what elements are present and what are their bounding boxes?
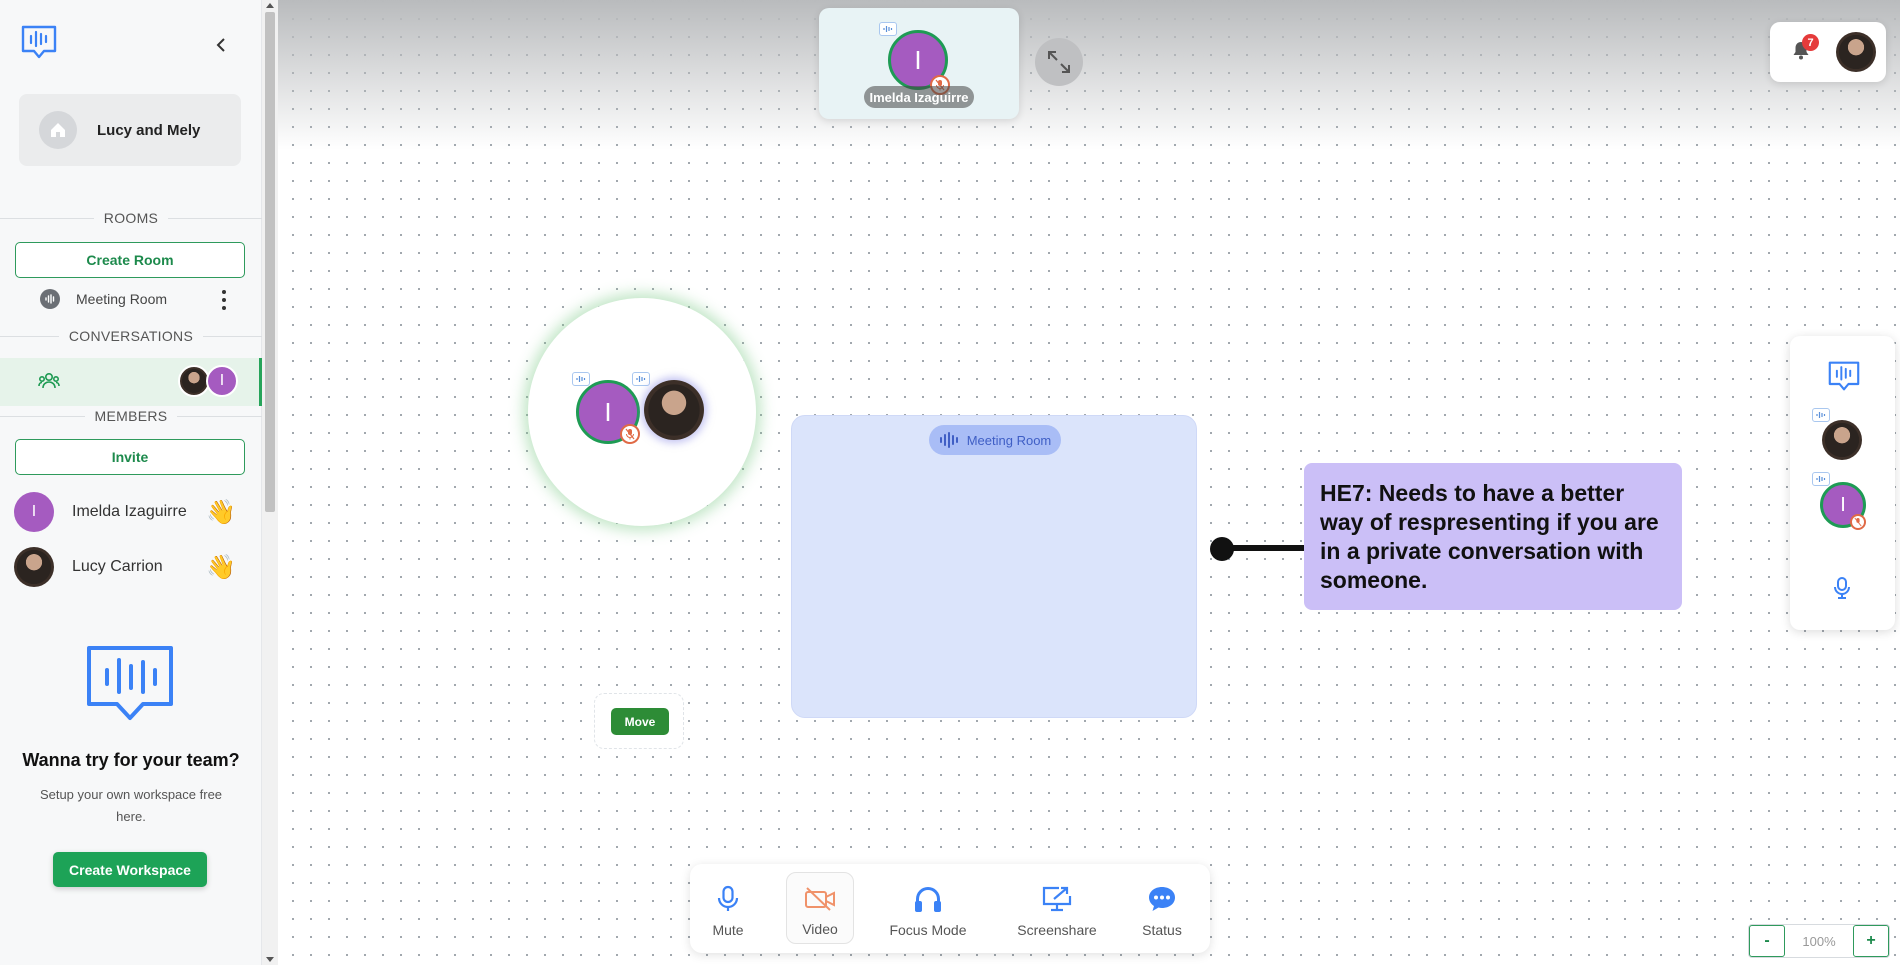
- audio-indicator-icon: [879, 22, 897, 36]
- zoom-out-button[interactable]: -: [1749, 925, 1785, 957]
- workspace-card[interactable]: Lucy and Mely: [19, 94, 241, 166]
- room-name: Meeting Room: [76, 291, 168, 307]
- active-speaker-card[interactable]: I Imelda Izaguirre: [819, 8, 1019, 119]
- move-button[interactable]: Move: [611, 708, 669, 735]
- sidebar: Lucy and Mely ROOMS Create Room Meeting …: [0, 0, 262, 965]
- member-item[interactable]: Lucy Carrion 👋: [14, 547, 244, 587]
- right-participant-panel: I: [1790, 336, 1895, 630]
- audio-indicator-icon: [1812, 408, 1830, 422]
- zoom-control: - 100% +: [1748, 924, 1890, 958]
- sidebar-scrollbar[interactable]: [262, 0, 278, 965]
- home-icon: [39, 111, 77, 149]
- microphone-icon[interactable]: [1832, 576, 1852, 600]
- private-conversation-bubble[interactable]: I: [528, 298, 756, 526]
- video-button[interactable]: Video: [786, 872, 854, 944]
- audio-indicator-icon: [572, 372, 590, 386]
- chevron-left-icon: [216, 38, 225, 52]
- avatar: [14, 547, 54, 587]
- audio-indicator-icon: [1812, 472, 1830, 486]
- wave-icon[interactable]: 👋: [206, 553, 236, 582]
- scroll-down-icon[interactable]: [266, 957, 274, 962]
- mic-muted-icon: [620, 424, 640, 444]
- promo-subtitle: Setup your own workspace free here.: [39, 787, 223, 824]
- top-shade: [278, 0, 1900, 150]
- speaker-name: Imelda Izaguirre: [864, 86, 974, 108]
- workspace-name: Lucy and Mely: [97, 121, 201, 139]
- create-workspace-button[interactable]: Create Workspace: [53, 852, 207, 887]
- member-name: Lucy Carrion: [72, 558, 163, 575]
- sidebar-item-meeting-room[interactable]: Meeting Room: [40, 288, 240, 310]
- app-logo-icon[interactable]: [20, 24, 58, 60]
- chat-bubble-icon: [1149, 887, 1175, 911]
- members-section-label: MEMBERS: [0, 408, 262, 424]
- annotation-note: HE7: Needs to have a better way of respr…: [1304, 463, 1682, 610]
- expand-button[interactable]: [1035, 38, 1083, 86]
- conversations-section-label: CONVERSATIONS: [0, 328, 262, 344]
- audio-indicator-icon: [632, 372, 650, 386]
- room-options-icon[interactable]: [218, 290, 230, 310]
- headphones-icon: [915, 887, 941, 912]
- avatar: I: [14, 492, 54, 532]
- promo-title: Wanna try for your team?: [22, 750, 240, 770]
- call-toolbar: Mute Video Focus Mode Screenshare Status: [690, 864, 1210, 953]
- create-room-button[interactable]: Create Room: [15, 242, 245, 278]
- mic-muted-icon: [1850, 514, 1866, 530]
- group-icon: [38, 372, 60, 389]
- avatar: [644, 380, 704, 440]
- annotation-pin: [1210, 537, 1234, 561]
- promo-logo-icon: [87, 646, 173, 720]
- status-button[interactable]: Status: [1132, 872, 1192, 944]
- microphone-icon: [717, 885, 739, 911]
- video-off-icon: [805, 887, 835, 911]
- member-item[interactable]: I Imelda Izaguirre 👋: [14, 492, 244, 532]
- conversation-item[interactable]: I: [0, 358, 262, 406]
- zoom-level: 100%: [1802, 933, 1836, 949]
- notifications-card: 7: [1770, 22, 1886, 82]
- notification-count-badge: 7: [1802, 34, 1819, 51]
- member-name: Imelda Izaguirre: [72, 503, 187, 520]
- zoom-in-button[interactable]: +: [1853, 925, 1889, 957]
- move-handle-container: Move: [594, 693, 684, 749]
- rooms-section-label: ROOMS: [0, 210, 262, 226]
- meeting-room-area[interactable]: Meeting Room: [791, 415, 1197, 718]
- expand-icon: [1048, 51, 1070, 73]
- wave-icon[interactable]: 👋: [206, 498, 236, 527]
- screenshare-button[interactable]: Screenshare: [1008, 872, 1106, 944]
- scrollbar-thumb[interactable]: [265, 12, 275, 512]
- screenshare-icon: [1042, 886, 1072, 912]
- focus-mode-button[interactable]: Focus Mode: [880, 872, 976, 944]
- audio-wave-icon: [40, 289, 60, 309]
- app-logo-icon[interactable]: [1827, 360, 1861, 392]
- collapse-sidebar-button[interactable]: [210, 34, 232, 56]
- mute-button[interactable]: Mute: [700, 872, 756, 944]
- scroll-up-icon[interactable]: [266, 3, 274, 8]
- invite-button[interactable]: Invite: [15, 439, 245, 475]
- avatar[interactable]: [1822, 420, 1862, 460]
- audio-wave-icon: [939, 432, 958, 448]
- avatar: I: [206, 365, 238, 397]
- meeting-room-label[interactable]: Meeting Room: [929, 425, 1061, 455]
- user-avatar[interactable]: [1836, 32, 1876, 72]
